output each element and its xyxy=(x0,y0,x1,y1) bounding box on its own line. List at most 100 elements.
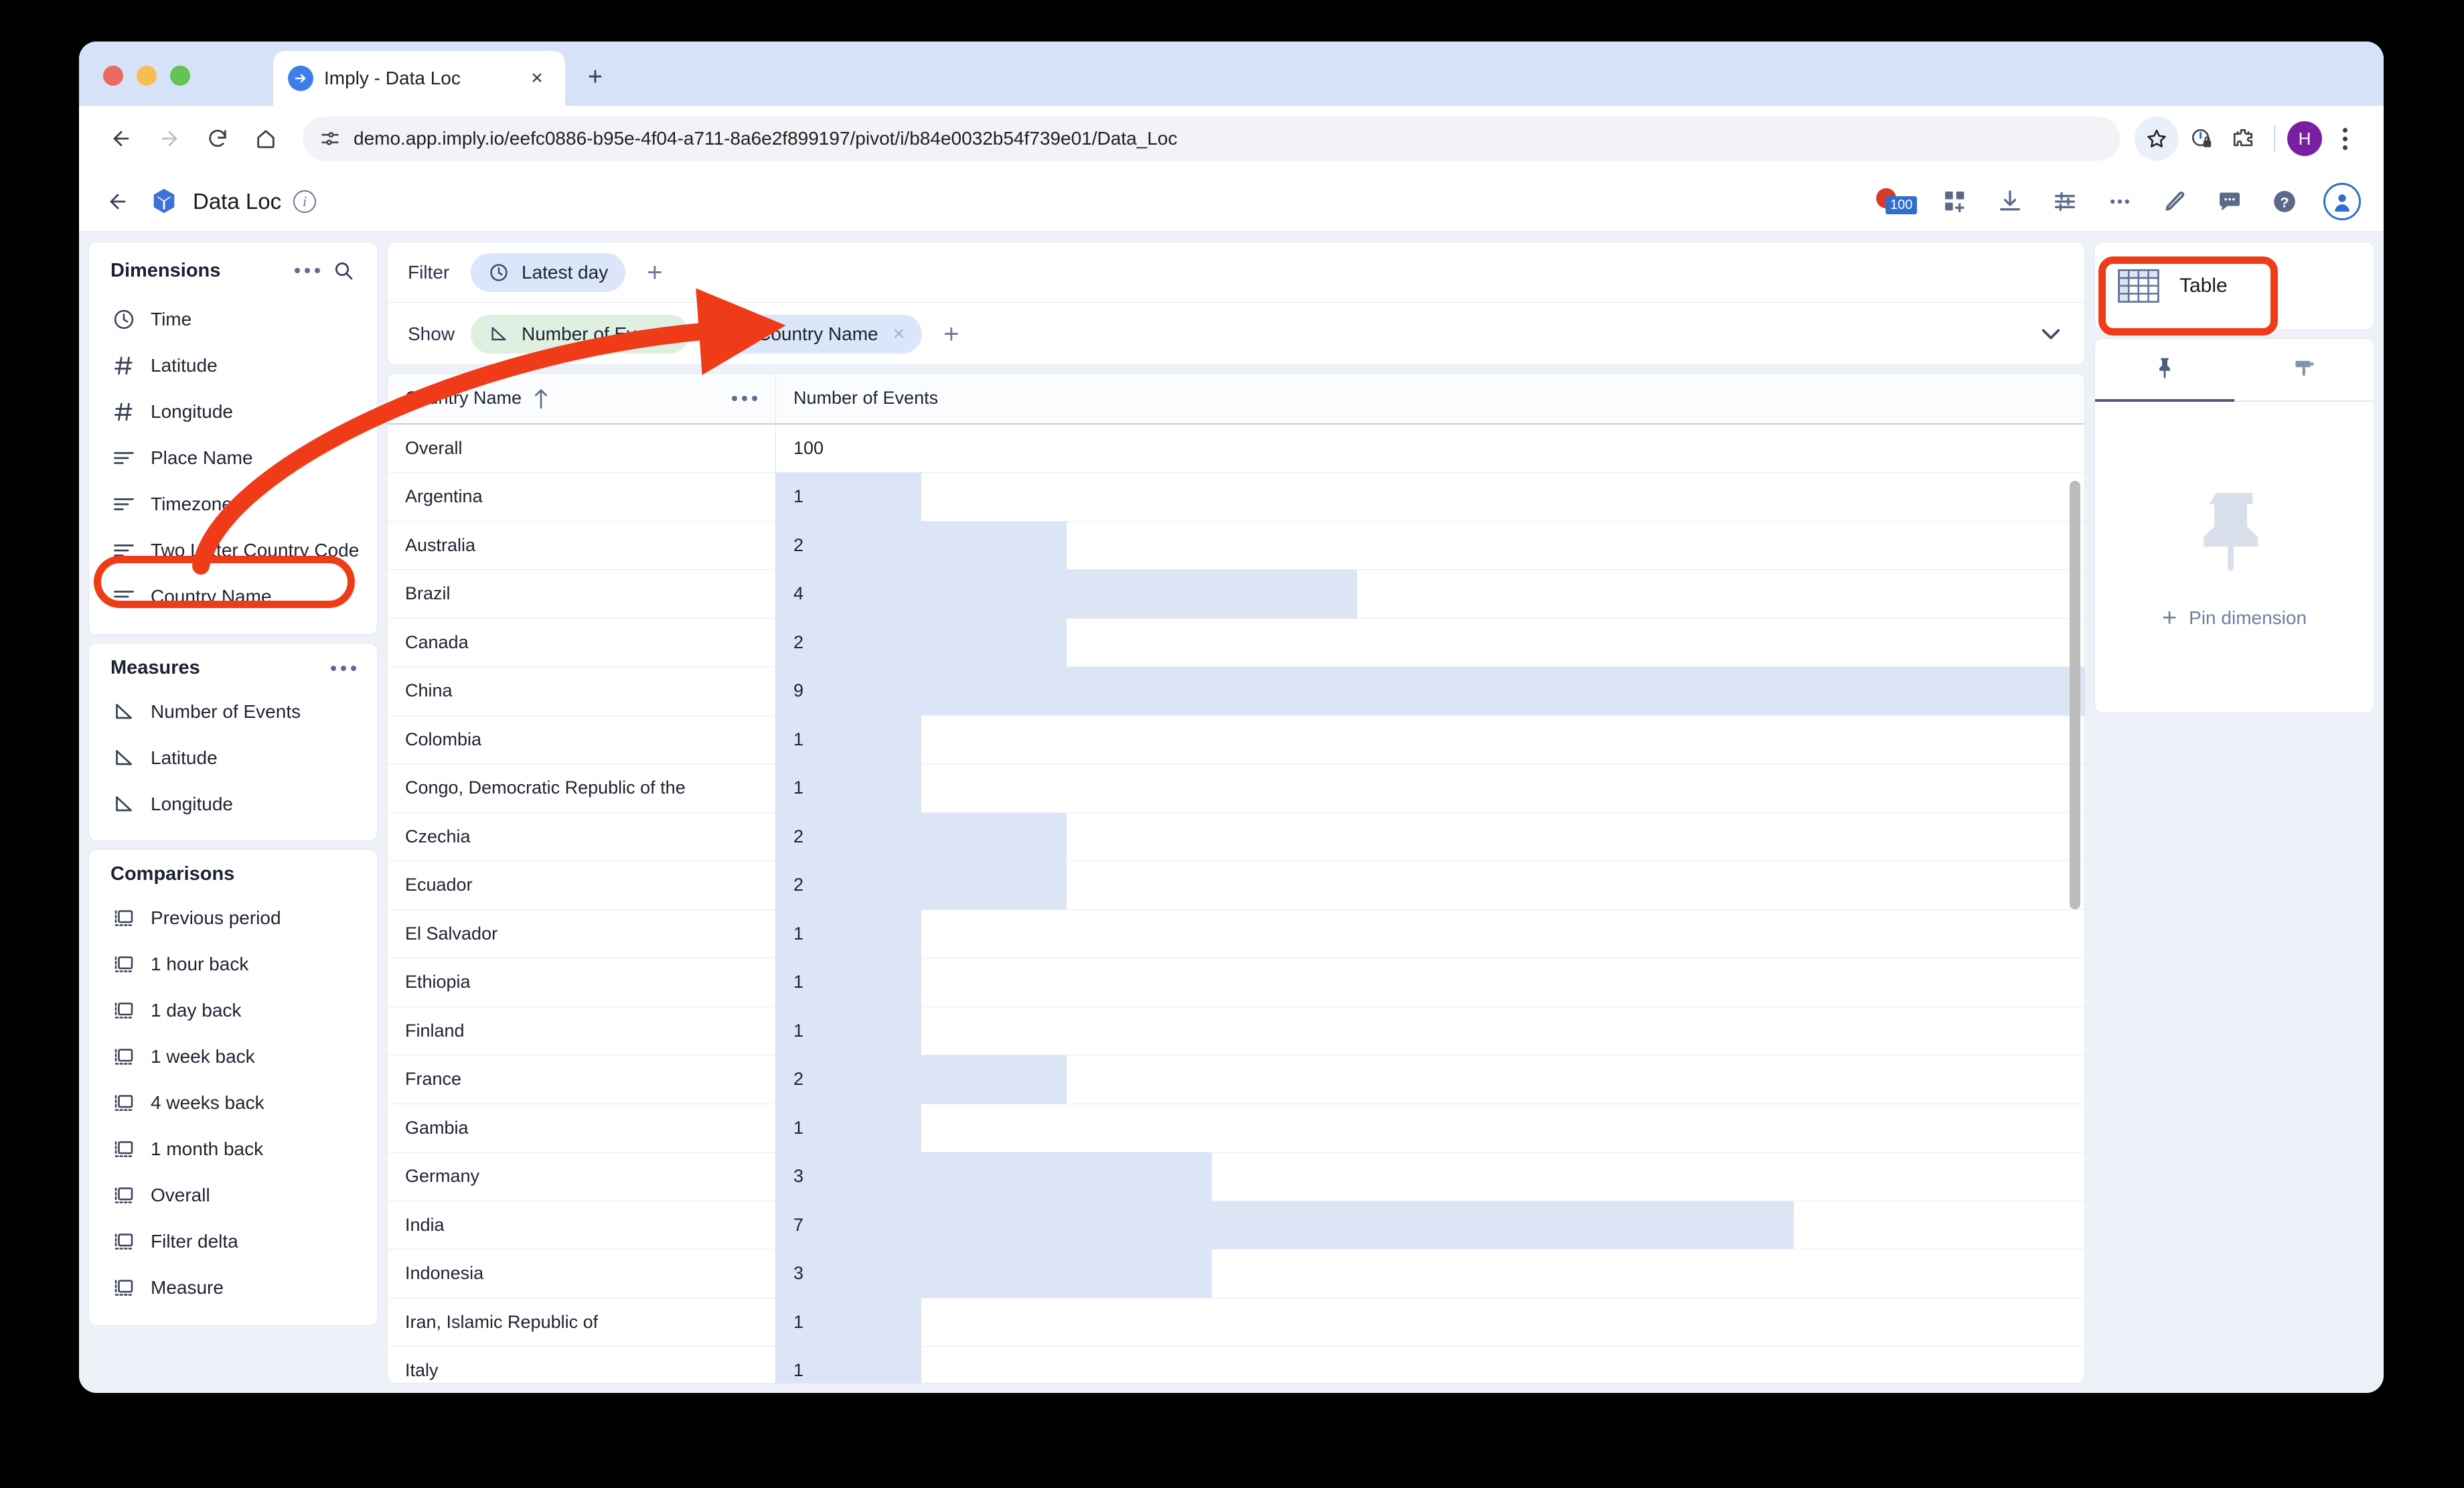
profile-avatar[interactable]: H xyxy=(2287,121,2322,156)
table-row[interactable]: Australia2 xyxy=(388,522,2084,571)
bookmark-star-icon[interactable] xyxy=(2135,117,2179,161)
visualization-selector[interactable]: Table xyxy=(2094,242,2374,330)
sidebar-item-time[interactable]: Time xyxy=(89,296,377,342)
new-tab-button[interactable]: + xyxy=(580,62,611,92)
filter-pill-label: Latest day xyxy=(522,262,608,283)
sidebar-item-measure[interactable]: Measure xyxy=(89,1264,377,1311)
table-row[interactable]: El Salvador1 xyxy=(388,910,2084,959)
tab-pinboard[interactable] xyxy=(2095,339,2234,402)
sidebar-item-two-letter-country-code[interactable]: Two Letter Country Code xyxy=(89,527,377,573)
privacy-shield-icon[interactable] xyxy=(2183,120,2220,157)
table-row[interactable]: Italy1 xyxy=(388,1347,2084,1383)
alerts-badge[interactable]: 100 xyxy=(1876,185,1916,218)
info-icon[interactable]: i xyxy=(293,190,316,213)
add-split-button[interactable]: + xyxy=(939,321,963,348)
sidebar-item-longitude[interactable]: Longitude xyxy=(89,388,377,435)
back-button[interactable] xyxy=(99,117,143,161)
table-row[interactable]: Brazil4 xyxy=(388,570,2084,619)
maximize-window-button[interactable] xyxy=(170,66,190,86)
reload-button[interactable] xyxy=(196,117,240,161)
filter-pill-latest-day[interactable]: Latest day xyxy=(471,253,625,292)
search-icon[interactable] xyxy=(329,256,358,285)
minimize-window-button[interactable] xyxy=(137,66,157,86)
show-pill-country-name[interactable]: Country Name × xyxy=(706,315,922,354)
app-back-button[interactable] xyxy=(99,183,137,220)
sidebar-item-latitude[interactable]: Latitude xyxy=(89,342,377,388)
table-row[interactable]: China9 xyxy=(388,667,2084,716)
home-button[interactable] xyxy=(244,117,288,161)
table-row[interactable]: Congo, Democratic Republic of the1 xyxy=(388,764,2084,813)
sidebar-item-number-of-events[interactable]: Number of Events xyxy=(89,688,377,735)
table-row[interactable]: Argentina1 xyxy=(388,473,2084,522)
table-cell-number-of-events: 2 xyxy=(776,619,2084,667)
sidebar-item-1-month-back[interactable]: 1 month back xyxy=(89,1126,377,1172)
sort-ascending-icon[interactable] xyxy=(532,387,550,410)
site-settings-icon[interactable] xyxy=(319,127,341,150)
sidebar-item-label: Measure xyxy=(151,1277,224,1298)
sidebar-item-label: Country Name xyxy=(151,586,272,607)
query-bar: Filter Latest day + Show Number of Event… xyxy=(387,242,2085,365)
table-row[interactable]: France2 xyxy=(388,1055,2084,1104)
column-more-icon[interactable] xyxy=(730,389,759,408)
tab-formatting[interactable] xyxy=(2234,339,2374,402)
sidebar-item-measure-latitude[interactable]: Latitude xyxy=(89,735,377,781)
table-row[interactable]: Finland1 xyxy=(388,1007,2084,1056)
sidebar-item-1-week-back[interactable]: 1 week back xyxy=(89,1033,377,1080)
imply-arrow-icon xyxy=(288,66,313,91)
table-row[interactable]: Gambia1 xyxy=(388,1104,2084,1153)
table-header-number-of-events[interactable]: Number of Events xyxy=(776,374,2084,423)
sidebar-item-overall[interactable]: Overall xyxy=(89,1172,377,1218)
sidebar-item-1-day-back[interactable]: 1 day back xyxy=(89,987,377,1033)
more-options-icon[interactable] xyxy=(2104,185,2136,218)
sidebar-item-country-name[interactable]: Country Name xyxy=(89,573,377,619)
clock-icon xyxy=(488,262,510,283)
measures-more-icon[interactable] xyxy=(329,659,358,678)
table-row[interactable]: Ecuador2 xyxy=(388,861,2084,910)
measure-value: 1 xyxy=(776,1312,803,1333)
browser-tab[interactable]: Imply - Data Loc × xyxy=(273,51,565,106)
table-row[interactable]: Canada2 xyxy=(388,619,2084,668)
extensions-puzzle-icon[interactable] xyxy=(2224,120,2262,157)
sidebar-item-previous-period[interactable]: Previous period xyxy=(89,895,377,941)
table-header-country-name[interactable]: Country Name xyxy=(388,374,776,423)
table-cell-country-name: Germany xyxy=(388,1152,776,1201)
chevron-down-icon[interactable] xyxy=(2037,321,2064,348)
table-body[interactable]: Overall100Argentina1Australia2Brazil4Can… xyxy=(388,425,2084,1383)
dimensions-more-icon[interactable] xyxy=(293,261,322,280)
sidebar-item-place-name[interactable]: Place Name xyxy=(89,435,377,481)
close-window-button[interactable] xyxy=(103,66,123,86)
address-bar[interactable]: demo.app.imply.io/eefc0886-b95e-4f04-a71… xyxy=(303,117,2120,161)
table-cell-number-of-events: 1 xyxy=(776,1347,2084,1383)
add-tile-icon[interactable] xyxy=(1939,185,1971,218)
settings-sliders-icon[interactable] xyxy=(2049,185,2081,218)
vertical-scrollbar[interactable] xyxy=(2070,481,2080,909)
table-row[interactable]: India7 xyxy=(388,1201,2084,1250)
user-avatar-icon[interactable] xyxy=(2323,183,2361,220)
edit-pencil-icon[interactable] xyxy=(2159,185,2191,218)
sidebar-item-1-hour-back[interactable]: 1 hour back xyxy=(89,941,377,987)
table-row[interactable]: Overall100 xyxy=(388,425,2084,473)
table-row[interactable]: Czechia2 xyxy=(388,813,2084,862)
pin-dimension-button[interactable]: + Pin dimension xyxy=(2162,605,2307,631)
table-row[interactable]: Germany3 xyxy=(388,1152,2084,1201)
sidebar-item-4-weeks-back[interactable]: 4 weeks back xyxy=(89,1080,377,1126)
sidebar-item-timezone[interactable]: Timezone xyxy=(89,481,377,527)
table-cell-number-of-events: 1 xyxy=(776,1007,2084,1055)
forward-button[interactable] xyxy=(147,117,191,161)
download-icon[interactable] xyxy=(1994,185,2026,218)
close-icon[interactable]: × xyxy=(524,65,550,92)
sidebar-item-filter-delta[interactable]: Filter delta xyxy=(89,1218,377,1264)
remove-split-icon[interactable]: × xyxy=(893,324,905,344)
table-cell-number-of-events: 7 xyxy=(776,1201,2084,1250)
add-filter-button[interactable]: + xyxy=(643,259,666,286)
table-row[interactable]: Ethiopia1 xyxy=(388,958,2084,1007)
table-row[interactable]: Indonesia3 xyxy=(388,1250,2084,1298)
show-pill-number-of-events[interactable]: Number of Events xyxy=(471,315,689,354)
chrome-menu-icon[interactable] xyxy=(2326,120,2364,157)
table-row[interactable]: Iran, Islamic Republic of1 xyxy=(388,1298,2084,1347)
measure-value: 1 xyxy=(776,1360,803,1381)
sidebar-item-measure-longitude[interactable]: Longitude xyxy=(89,781,377,827)
help-icon[interactable]: ? xyxy=(2268,185,2301,218)
table-row[interactable]: Colombia1 xyxy=(388,716,2084,765)
comment-icon[interactable] xyxy=(2214,185,2246,218)
